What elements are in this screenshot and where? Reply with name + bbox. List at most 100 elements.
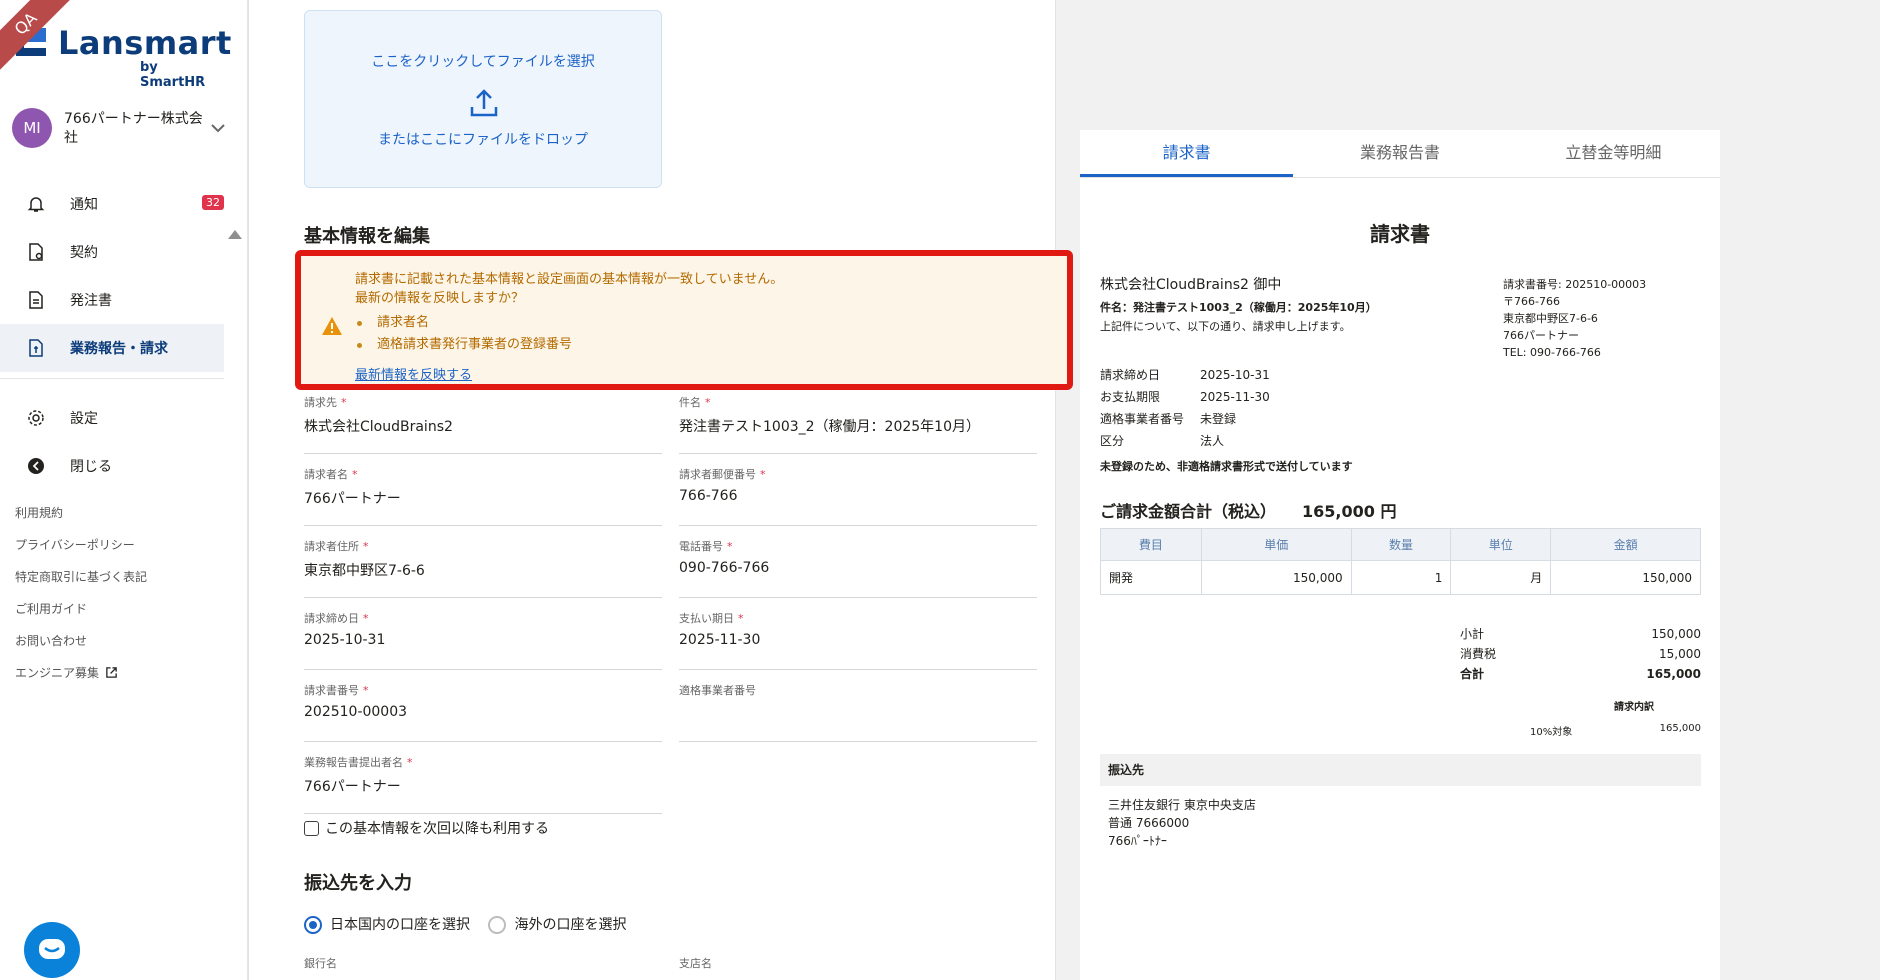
invoice-number-field[interactable]: 請求書番号 * 202510-00003 (304, 682, 662, 742)
issuer-name: 766パートナー (1503, 329, 1579, 342)
nav-item-label: 発注書 (70, 293, 112, 309)
warning-message-line: 最新の情報を反映しますか？ (355, 291, 525, 306)
due-date-field[interactable]: 支払い期日 * 2025-11-30 (679, 610, 1037, 670)
col-header: 単位 (1450, 528, 1552, 561)
warning-icon (322, 317, 342, 335)
checkbox-label: この基本情報を次回以降も利用する (325, 821, 549, 837)
biller-name-field[interactable]: 請求者名 * 766パートナー (304, 466, 662, 526)
invoice-recipient: 株式会社CloudBrains2 御中 (1100, 277, 1282, 293)
field-value: 766-766 (679, 488, 738, 504)
chat-button[interactable] (24, 922, 80, 978)
warning-item: 請求者名 (355, 312, 572, 334)
reuse-basic-info-checkbox[interactable]: この基本情報を次回以降も利用する (304, 818, 549, 838)
col-header: 金額 (1550, 528, 1701, 561)
nav-item-purchase-orders[interactable]: 発注書 (0, 276, 224, 324)
nav-divider (0, 378, 224, 394)
invoice-items-table: 費目 単価 数量 単位 金額 開発 150,000 1 月 150,000 (1100, 528, 1701, 595)
contract-icon (29, 243, 43, 261)
invoice-preview-panel: 請求書 業務報告書 立替金等明細 請求書 株式会社CloudBrains2 御中… (1080, 130, 1720, 980)
biller-zip-field[interactable]: 請求者郵便番号 * 766-766 (679, 466, 1037, 526)
bell-icon (27, 197, 45, 212)
meta-row: 区分 法人 (1100, 434, 1225, 448)
section-title-basic-info: 基本情報を編集 (304, 226, 430, 247)
bank-name-label: 銀行名 (304, 957, 337, 970)
chevron-down-icon (211, 124, 225, 133)
nav-item-label: 設定 (70, 411, 98, 427)
tax-row: 消費税 15,000 (1460, 647, 1701, 661)
bank-line: 766ﾊﾟｰﾄﾅｰ (1108, 834, 1167, 848)
account-name: 766パートナー株式会社 (64, 111, 203, 146)
gear-icon (28, 410, 44, 426)
collapse-icon (28, 458, 44, 474)
radio-overseas-account[interactable]: 海外の口座を選択 (488, 914, 626, 934)
invoice-total: ご請求金額合計（税込） 165,000 円 (1100, 502, 1397, 521)
report-submitter-field[interactable]: 業務報告書提出者名 * 766パートナー (304, 754, 662, 814)
main-nav: 通知 32 契約 発注書 業務報告・請求 設定 閉じる (0, 180, 224, 490)
brand-by: by SmartHR (140, 60, 206, 90)
field-label: 業務報告書提出者名 * (304, 756, 413, 769)
lansmart-logo[interactable]: Lansmart by SmartHR (14, 22, 231, 90)
radio-label: 日本国内の口座を選択 (330, 917, 470, 933)
nav-item-collapse[interactable]: 閉じる (0, 442, 224, 490)
field-value: 発注書テスト1003_2（稼働月：2025年10月） (679, 419, 980, 435)
link-contact[interactable]: お問い合わせ (15, 631, 147, 663)
nav-item-label: 閉じる (70, 459, 112, 475)
warning-message: 請求書に記載された基本情報と設定画面の基本情報が一致していません。 最新の情報を… (355, 270, 783, 308)
account-switcher[interactable]: MI 766パートナー株式会社 (12, 108, 232, 150)
col-header: 費目 (1100, 528, 1202, 561)
field-value: 090-766-766 (679, 560, 770, 576)
meta-row: 請求締め日 2025-10-31 (1100, 368, 1270, 382)
scroll-up-arrow-icon[interactable] (228, 230, 242, 239)
link-terms[interactable]: 利用規約 (15, 503, 147, 535)
link-privacy[interactable]: プライバシーポリシー (15, 535, 147, 567)
phone-field[interactable]: 電話番号 * 090-766-766 (679, 538, 1037, 598)
issuer-address: 東京都中野区7-6-6 (1503, 312, 1598, 325)
edit-form-panel: ここをクリックしてファイルを選択 またはここにファイルをドロップ 基本情報を編集… (248, 0, 1073, 980)
nav-item-reports-billing[interactable]: 業務報告・請求 (0, 324, 224, 372)
external-link-icon (106, 667, 117, 678)
field-label: 請求書番号 * (304, 684, 369, 697)
radio-domestic-account[interactable]: 日本国内の口座を選択 (304, 914, 470, 934)
file-upload-dropzone[interactable]: ここをクリックしてファイルを選択 またはここにファイルをドロップ (304, 10, 662, 188)
link-engineer-recruiting[interactable]: エンジニア募集 (15, 663, 147, 695)
invoice-title: 請求書 (1370, 222, 1430, 246)
nav-item-label: 契約 (70, 245, 98, 261)
tab-invoice[interactable]: 請求書 (1080, 130, 1294, 177)
upload-icon (470, 89, 498, 117)
mismatch-warning: 請求書に記載された基本情報と設定画面の基本情報が一致していません。 最新の情報を… (295, 250, 1073, 390)
preview-tabs: 請求書 業務報告書 立替金等明細 (1080, 130, 1720, 178)
bank-info-header: 振込先 (1100, 754, 1701, 786)
bank-line: 三井住友銀行 東京中央支店 (1108, 798, 1256, 812)
avatar: MI (12, 108, 52, 148)
issuer-phone: TEL: 090-766-766 (1503, 346, 1601, 359)
issuer-zip: 〒766-766 (1503, 295, 1560, 308)
footer-links: 利用規約 プライバシーポリシー 特定商取引に基づく表記 ご利用ガイド お問い合わ… (15, 503, 147, 695)
tab-work-report[interactable]: 業務報告書 (1293, 130, 1506, 177)
field-value: 東京都中野区7-6-6 (304, 563, 425, 579)
biller-address-field[interactable]: 請求者住所 * 東京都中野区7-6-6 (304, 538, 662, 598)
closing-date-field[interactable]: 請求締め日 * 2025-10-31 (304, 610, 662, 670)
branch-name-label: 支店名 (679, 957, 712, 970)
issuer-info: 請求書番号: 202510-00003 〒766-766 東京都中野区7-6-6… (1503, 276, 1646, 361)
nav-item-contracts[interactable]: 契約 (0, 228, 224, 276)
link-guide[interactable]: ご利用ガイド (15, 599, 147, 631)
upload-drop-text: またはここにファイルをドロップ (378, 132, 588, 148)
field-label: 請求締め日 * (304, 612, 369, 625)
subject-field[interactable]: 件名 * 発注書テスト1003_2（稼働月：2025年10月） (679, 394, 1037, 454)
notification-count-badge: 32 (202, 195, 224, 210)
billing-to-field[interactable]: 請求先 * 株式会社CloudBrains2 (304, 394, 662, 454)
field-label: 電話番号 * (679, 540, 733, 553)
link-label: エンジニア募集 (15, 666, 100, 680)
table-row: 開発 150,000 1 月 150,000 (1100, 560, 1701, 595)
bank-line: 普通 7666000 (1108, 816, 1190, 830)
nav-item-settings[interactable]: 設定 (0, 394, 224, 442)
sidebar: Lansmart by SmartHR QA MI 766パートナー株式会社 通… (0, 0, 248, 980)
tab-expense-details[interactable]: 立替金等明細 (1507, 130, 1720, 177)
invoice-number-text: 請求書番号: 202510-00003 (1503, 278, 1647, 291)
link-commerce-law[interactable]: 特定商取引に基づく表記 (15, 567, 147, 599)
field-value: 2025-10-31 (304, 632, 386, 648)
qualified-number-field[interactable]: 適格事業者番号 (679, 682, 1037, 742)
apply-latest-info-link[interactable]: 最新情報を反映する (355, 364, 472, 383)
field-value: 766パートナー (304, 491, 401, 507)
nav-item-notifications[interactable]: 通知 32 (0, 180, 224, 228)
